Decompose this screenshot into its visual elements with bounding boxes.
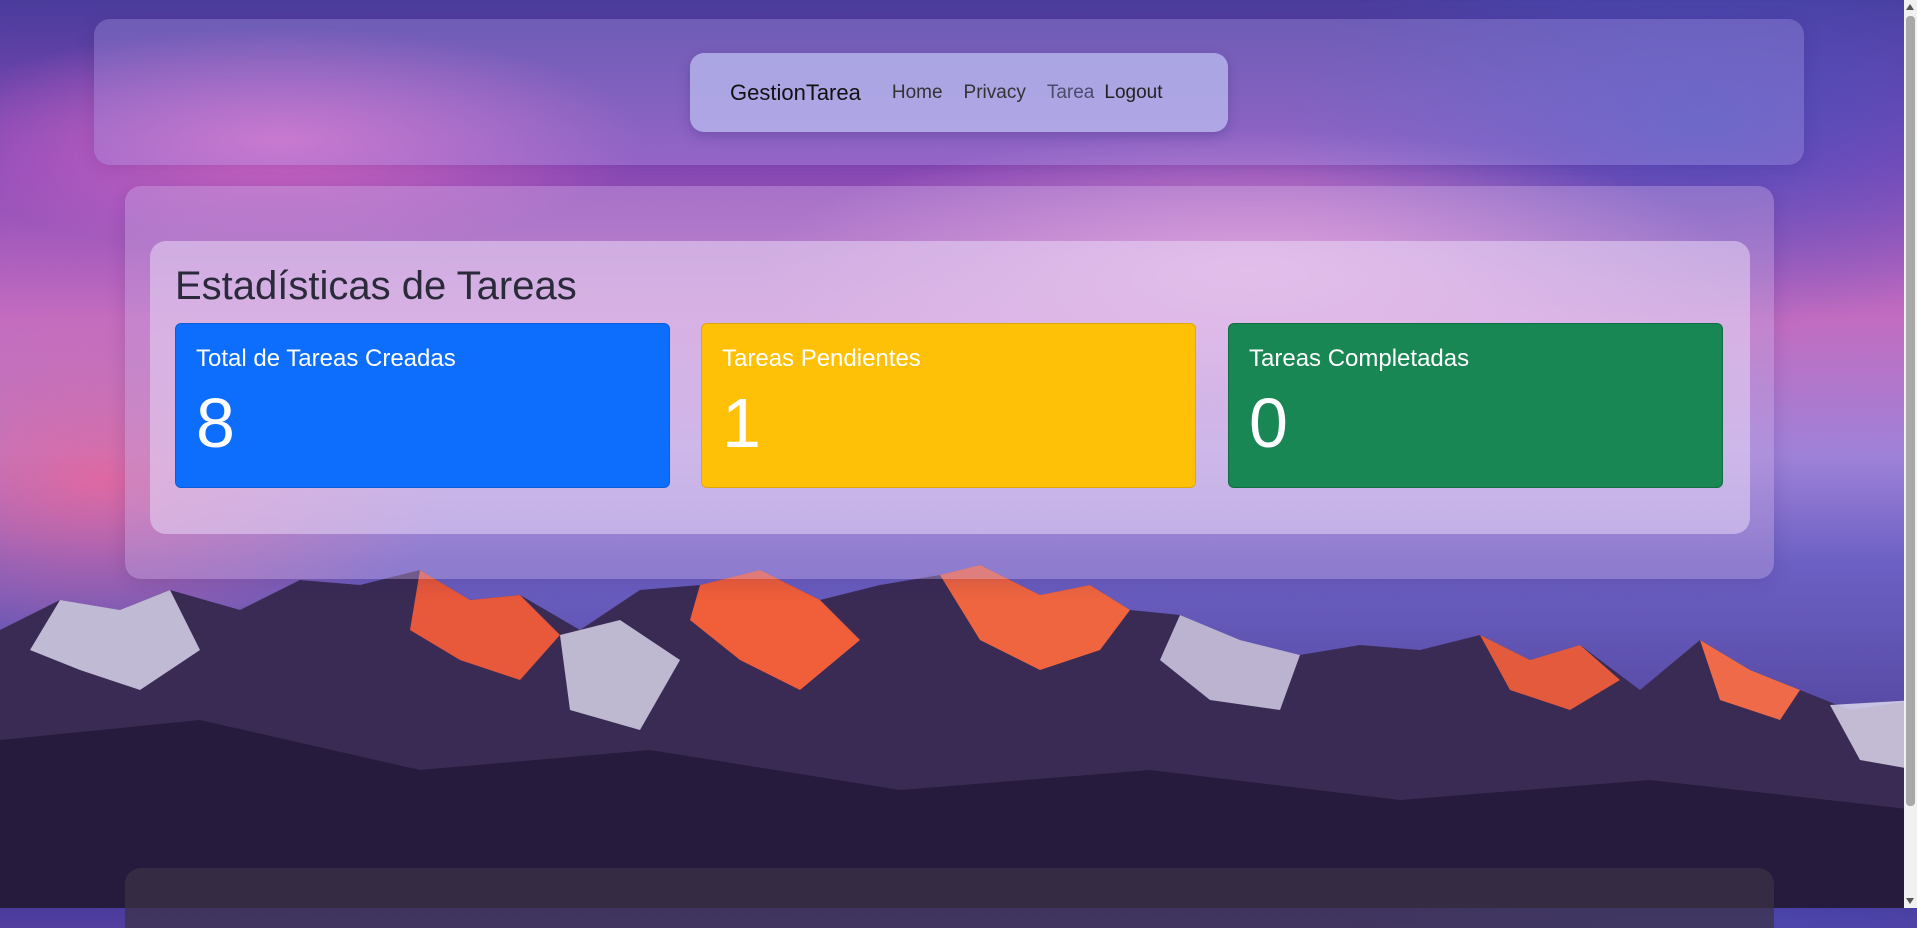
stat-card-completed-label: Tareas Completadas xyxy=(1249,345,1470,372)
scrollbar-thumb[interactable] xyxy=(1906,16,1915,806)
stat-card-total: Total de Tareas Creadas 8 xyxy=(175,323,670,488)
stat-card-pending: Tareas Pendientes 1 xyxy=(701,323,1196,488)
nav-link-privacy[interactable]: Privacy xyxy=(964,82,1026,104)
stat-card-completed: Tareas Completadas 0 xyxy=(1228,323,1723,488)
bottom-panel xyxy=(125,868,1774,928)
nav-link-logout[interactable]: Logout xyxy=(1104,82,1162,104)
page-scrollbar[interactable] xyxy=(1904,0,1917,908)
nav-link-tarea[interactable]: Tarea xyxy=(1047,82,1095,104)
nav-link-home[interactable]: Home xyxy=(892,82,943,104)
navbar: GestionTarea Home Privacy Tarea Logout xyxy=(690,53,1228,132)
background-mountains xyxy=(0,565,1917,908)
nav-links: Home Privacy Tarea Logout xyxy=(892,82,1163,104)
scroll-up-icon[interactable] xyxy=(1906,4,1914,10)
stat-card-total-value: 8 xyxy=(196,384,235,462)
stat-card-pending-value: 1 xyxy=(722,384,761,462)
stat-card-total-label: Total de Tareas Creadas xyxy=(196,345,456,372)
brand-link[interactable]: GestionTarea xyxy=(730,80,861,106)
stats-title: Estadísticas de Tareas xyxy=(175,264,577,308)
stat-card-completed-value: 0 xyxy=(1249,384,1288,462)
scroll-down-icon[interactable] xyxy=(1906,898,1914,904)
stat-card-pending-label: Tareas Pendientes xyxy=(722,345,921,372)
